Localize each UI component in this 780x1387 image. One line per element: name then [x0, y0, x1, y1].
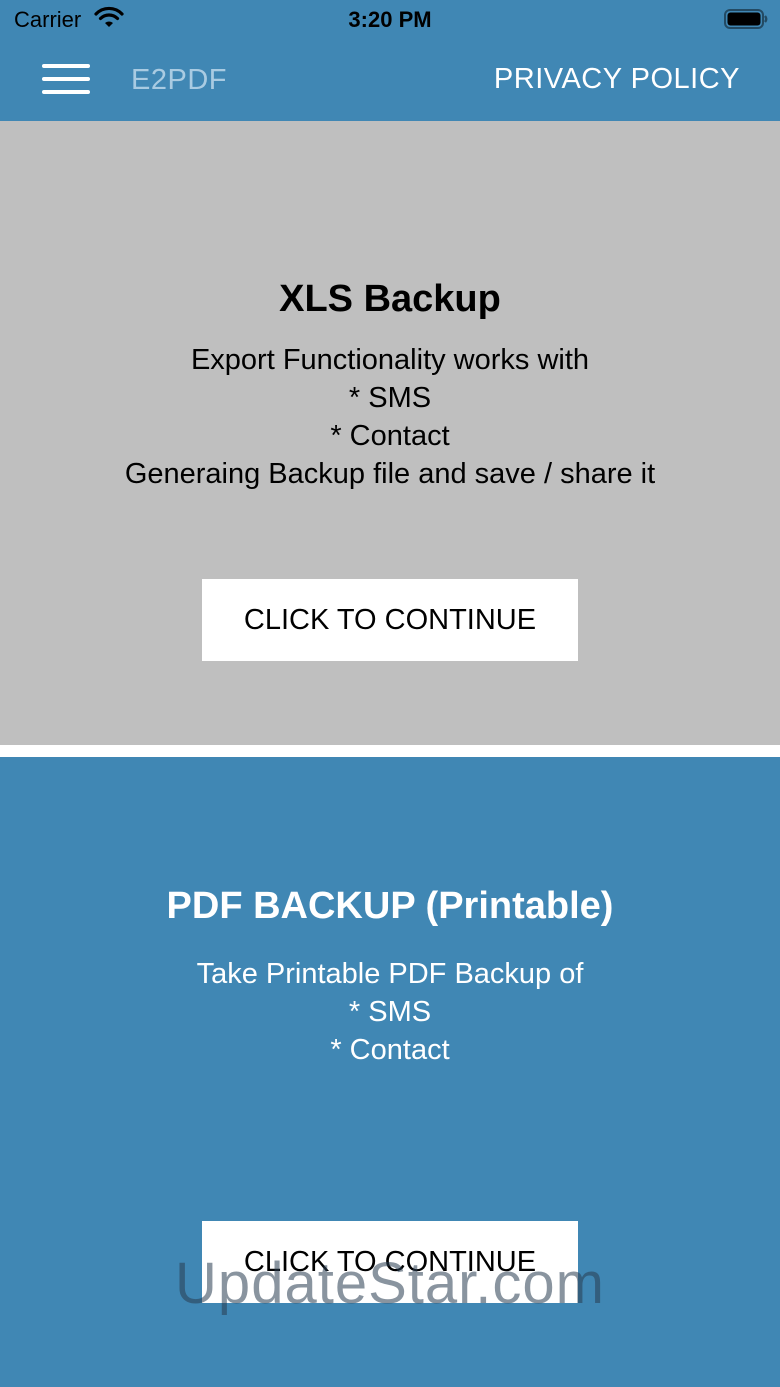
status-time: 3:20 PM — [348, 7, 432, 32]
status-bar: Carrier 3:20 PM — [0, 0, 780, 40]
xls-card-description: Export Functionality works with * SMS * … — [0, 341, 780, 493]
xls-description-line: Generaing Backup file and save / share i… — [124, 458, 656, 490]
xls-continue-button[interactable]: CLICK TO CONTINUE — [202, 579, 578, 661]
navigation-bar: E2PDF PRIVACY POLICY — [0, 40, 780, 121]
watermark: UpdateStar.com — [175, 1251, 605, 1316]
top-bar: Carrier 3:20 PM E2PDF PRIVACY POLICY — [0, 0, 780, 121]
xls-description-line: Export Functionality works with — [190, 344, 590, 376]
pdf-card-title: PDF BACKUP (Printable) — [166, 885, 614, 927]
xls-description-line: * SMS — [348, 382, 432, 414]
hamburger-menu-icon[interactable] — [34, 56, 98, 102]
xls-card-title: XLS Backup — [279, 278, 501, 320]
pdf-description-line: Take Printable PDF Backup of — [196, 958, 584, 990]
privacy-policy-link[interactable]: PRIVACY POLICY — [494, 63, 740, 96]
battery-icon — [724, 9, 768, 29]
pdf-description-line: * SMS — [348, 996, 432, 1028]
app-title: E2PDF — [131, 64, 227, 96]
pdf-card-description: Take Printable PDF Backup of * SMS * Con… — [0, 955, 780, 1069]
xls-description-line: * Contact — [330, 420, 450, 452]
pdf-description-line: * Contact — [330, 1034, 450, 1066]
xls-backup-card: XLS Backup Export Functionality works wi… — [0, 121, 780, 745]
